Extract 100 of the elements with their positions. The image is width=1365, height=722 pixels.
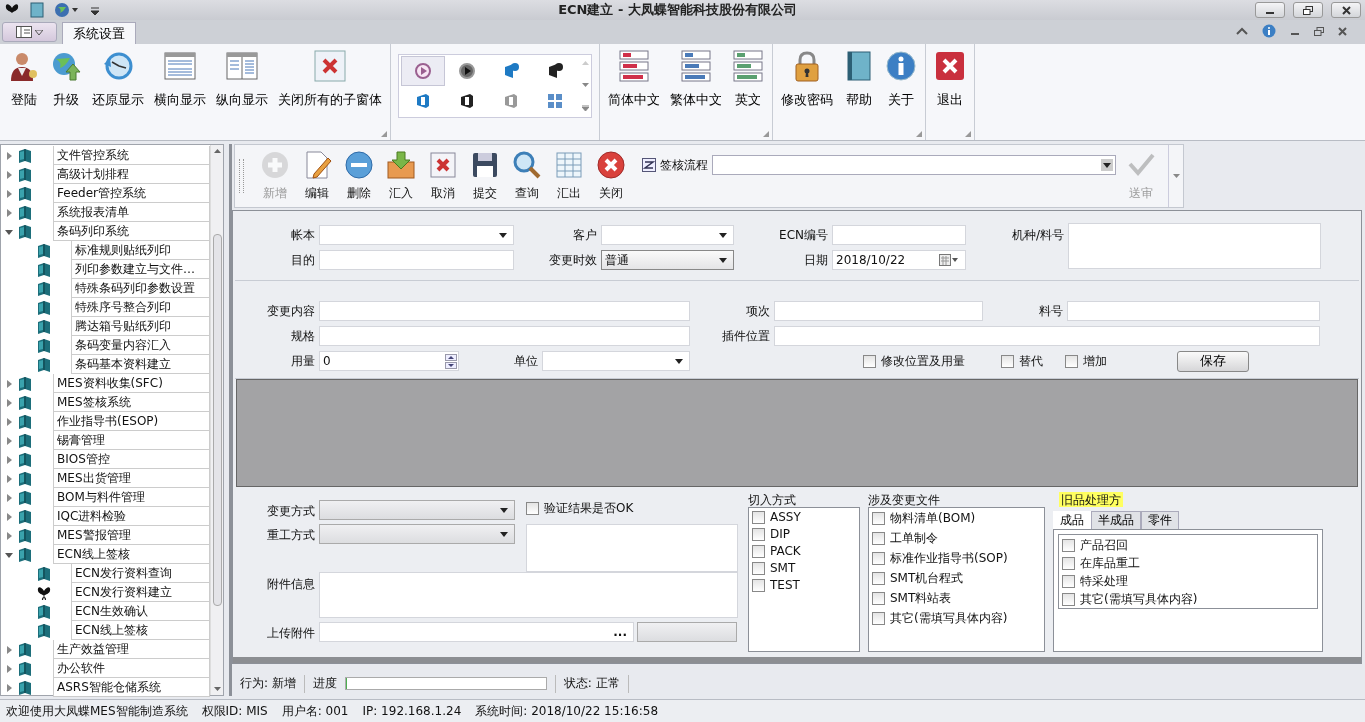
checkbox[interactable] bbox=[1062, 593, 1075, 607]
checkbox[interactable] bbox=[752, 510, 765, 524]
tree-item[interactable]: IQC进料检验 bbox=[53, 507, 210, 526]
tree-item[interactable]: 作业指导书(ESOP) bbox=[53, 412, 210, 431]
ribbon-button[interactable]: 退出 bbox=[929, 48, 971, 110]
checkbox[interactable] bbox=[752, 544, 765, 558]
tree-item[interactable]: BOM与料件管理 bbox=[53, 488, 210, 507]
tab[interactable]: 零件 bbox=[1141, 511, 1179, 530]
tree-item[interactable]: ASRS智能仓储系统 bbox=[53, 678, 210, 697]
toolbar-button[interactable]: 删除 bbox=[338, 150, 380, 203]
spin-down-icon[interactable] bbox=[445, 361, 457, 369]
tree-item[interactable]: MES资料收集(SFC) bbox=[53, 374, 210, 393]
checkbox[interactable] bbox=[1062, 539, 1075, 553]
scroll-down-icon[interactable] bbox=[581, 83, 589, 87]
minimize-button[interactable] bbox=[1255, 2, 1285, 18]
tree-item[interactable]: MES签核系统 bbox=[53, 393, 210, 412]
tree-item[interactable]: 条码基本资料建立 bbox=[71, 355, 210, 374]
more-icon[interactable] bbox=[1172, 174, 1180, 179]
tree-item[interactable]: 文件管控系统 bbox=[53, 146, 210, 165]
tree-item[interactable]: BIOS管控 bbox=[53, 450, 210, 469]
ribbon-tab[interactable]: 系统设置 bbox=[62, 22, 136, 44]
tree-item[interactable]: 特殊条码列印参数设置 bbox=[71, 279, 210, 298]
workflow-dropdown[interactable] bbox=[712, 155, 1116, 176]
checkbox[interactable] bbox=[872, 592, 885, 606]
ribbon-button[interactable]: 简体中文 bbox=[603, 48, 665, 110]
dropdown[interactable]: 普通 bbox=[601, 250, 734, 271]
text-field[interactable] bbox=[319, 301, 690, 322]
file-field[interactable]: ... bbox=[319, 622, 634, 643]
ribbon-button[interactable]: 关闭所有的子窗体 bbox=[273, 48, 387, 110]
checkbox[interactable] bbox=[872, 572, 885, 586]
dropdown[interactable] bbox=[319, 524, 515, 545]
tree-item[interactable]: MES警报管理 bbox=[53, 526, 210, 545]
tree-item[interactable]: 办公软件 bbox=[53, 659, 210, 678]
checkbox[interactable] bbox=[752, 527, 765, 541]
text-field[interactable] bbox=[319, 250, 514, 271]
close-button[interactable] bbox=[1331, 2, 1361, 18]
info-icon[interactable] bbox=[1262, 24, 1276, 38]
scroll-down-icon[interactable] bbox=[213, 687, 221, 691]
checkbox[interactable] bbox=[752, 561, 765, 575]
tree-item[interactable]: 系统报表清单 bbox=[53, 203, 210, 222]
text-field[interactable] bbox=[774, 326, 1320, 347]
toolbar-button[interactable]: 提交 bbox=[464, 150, 506, 203]
ribbon-button[interactable]: 繁体中文 bbox=[665, 48, 727, 110]
tree-item[interactable]: MES出货管理 bbox=[53, 469, 210, 488]
checkbox[interactable] bbox=[1062, 557, 1075, 571]
scrollbar[interactable] bbox=[210, 145, 223, 695]
dropdown[interactable] bbox=[319, 500, 515, 521]
tree-item[interactable]: ECN发行资料建立 bbox=[71, 583, 210, 602]
tree-item[interactable]: 生产效益管理 bbox=[53, 640, 210, 659]
toolbar-button[interactable]: 查询 bbox=[506, 150, 548, 203]
ribbon-button[interactable]: 横向显示 bbox=[149, 48, 211, 110]
toolbar-button[interactable]: 取消 bbox=[422, 150, 464, 203]
globe-icon[interactable] bbox=[54, 2, 80, 18]
checkbox[interactable] bbox=[863, 354, 876, 368]
date-picker[interactable]: 2018/10/22 bbox=[832, 250, 966, 271]
checkbox[interactable] bbox=[1001, 354, 1014, 368]
text-field[interactable] bbox=[832, 225, 966, 246]
tree-item[interactable]: 标准规则贴纸列印 bbox=[71, 241, 210, 260]
tree-item[interactable]: ECN发行资料查询 bbox=[71, 564, 210, 583]
close-icon[interactable] bbox=[1338, 26, 1347, 36]
toolbar-button[interactable]: 编辑 bbox=[296, 150, 338, 203]
ribbon-button[interactable]: 英文 bbox=[727, 48, 769, 110]
scroll-up-icon[interactable] bbox=[213, 149, 221, 153]
save-button[interactable]: 保存 bbox=[1177, 350, 1249, 372]
tree-item[interactable]: 条码变量内容汇入 bbox=[71, 336, 210, 355]
checkbox[interactable] bbox=[872, 552, 885, 566]
restore-button[interactable] bbox=[1293, 2, 1323, 18]
tree-item[interactable]: 锡膏管理 bbox=[53, 431, 210, 450]
tree-item[interactable]: 腾达箱号贴纸列印 bbox=[71, 317, 210, 336]
text-field[interactable] bbox=[319, 326, 690, 347]
tree-item[interactable]: 列印参数建立与文件… bbox=[71, 260, 210, 279]
ribbon-button[interactable]: 关于 bbox=[880, 48, 922, 110]
ribbon-button[interactable]: 登陆 bbox=[3, 48, 45, 110]
browse-button[interactable]: ... bbox=[613, 625, 627, 640]
ribbon-button[interactable]: 升级 bbox=[45, 48, 87, 110]
tree-item[interactable]: 条码列印系统 bbox=[53, 222, 210, 241]
checkbox[interactable] bbox=[1065, 354, 1078, 368]
tab[interactable]: 成品 bbox=[1053, 511, 1091, 530]
toolbar-button[interactable]: 汇入 bbox=[380, 150, 422, 203]
more-icon[interactable] bbox=[581, 105, 589, 111]
checkbox[interactable] bbox=[1062, 575, 1075, 589]
toolbar-button[interactable]: 关闭 bbox=[590, 150, 632, 203]
tree-item[interactable]: ECN线上签核 bbox=[53, 545, 210, 564]
ribbon-button[interactable]: 还原显示 bbox=[87, 48, 149, 110]
tree-item[interactable]: ECN线上签核 bbox=[71, 621, 210, 640]
text-field[interactable] bbox=[774, 301, 983, 322]
checkbox[interactable] bbox=[872, 532, 885, 546]
tree-item[interactable]: Feeder管控系统 bbox=[53, 184, 210, 203]
checkbox[interactable] bbox=[872, 612, 885, 626]
checkbox[interactable] bbox=[752, 578, 765, 592]
ribbon-button[interactable]: 帮助 bbox=[838, 48, 880, 110]
tree-item[interactable]: ECN生效确认 bbox=[71, 602, 210, 621]
text-field[interactable] bbox=[1067, 301, 1320, 322]
collapse-icon[interactable] bbox=[1236, 27, 1248, 35]
checkbox[interactable] bbox=[872, 512, 885, 526]
checkbox[interactable] bbox=[526, 502, 539, 516]
tab[interactable]: 半成品 bbox=[1091, 511, 1141, 530]
restore-icon[interactable] bbox=[1314, 26, 1324, 36]
spin-up-icon[interactable] bbox=[445, 353, 457, 361]
app-menu-button[interactable] bbox=[2, 22, 57, 42]
